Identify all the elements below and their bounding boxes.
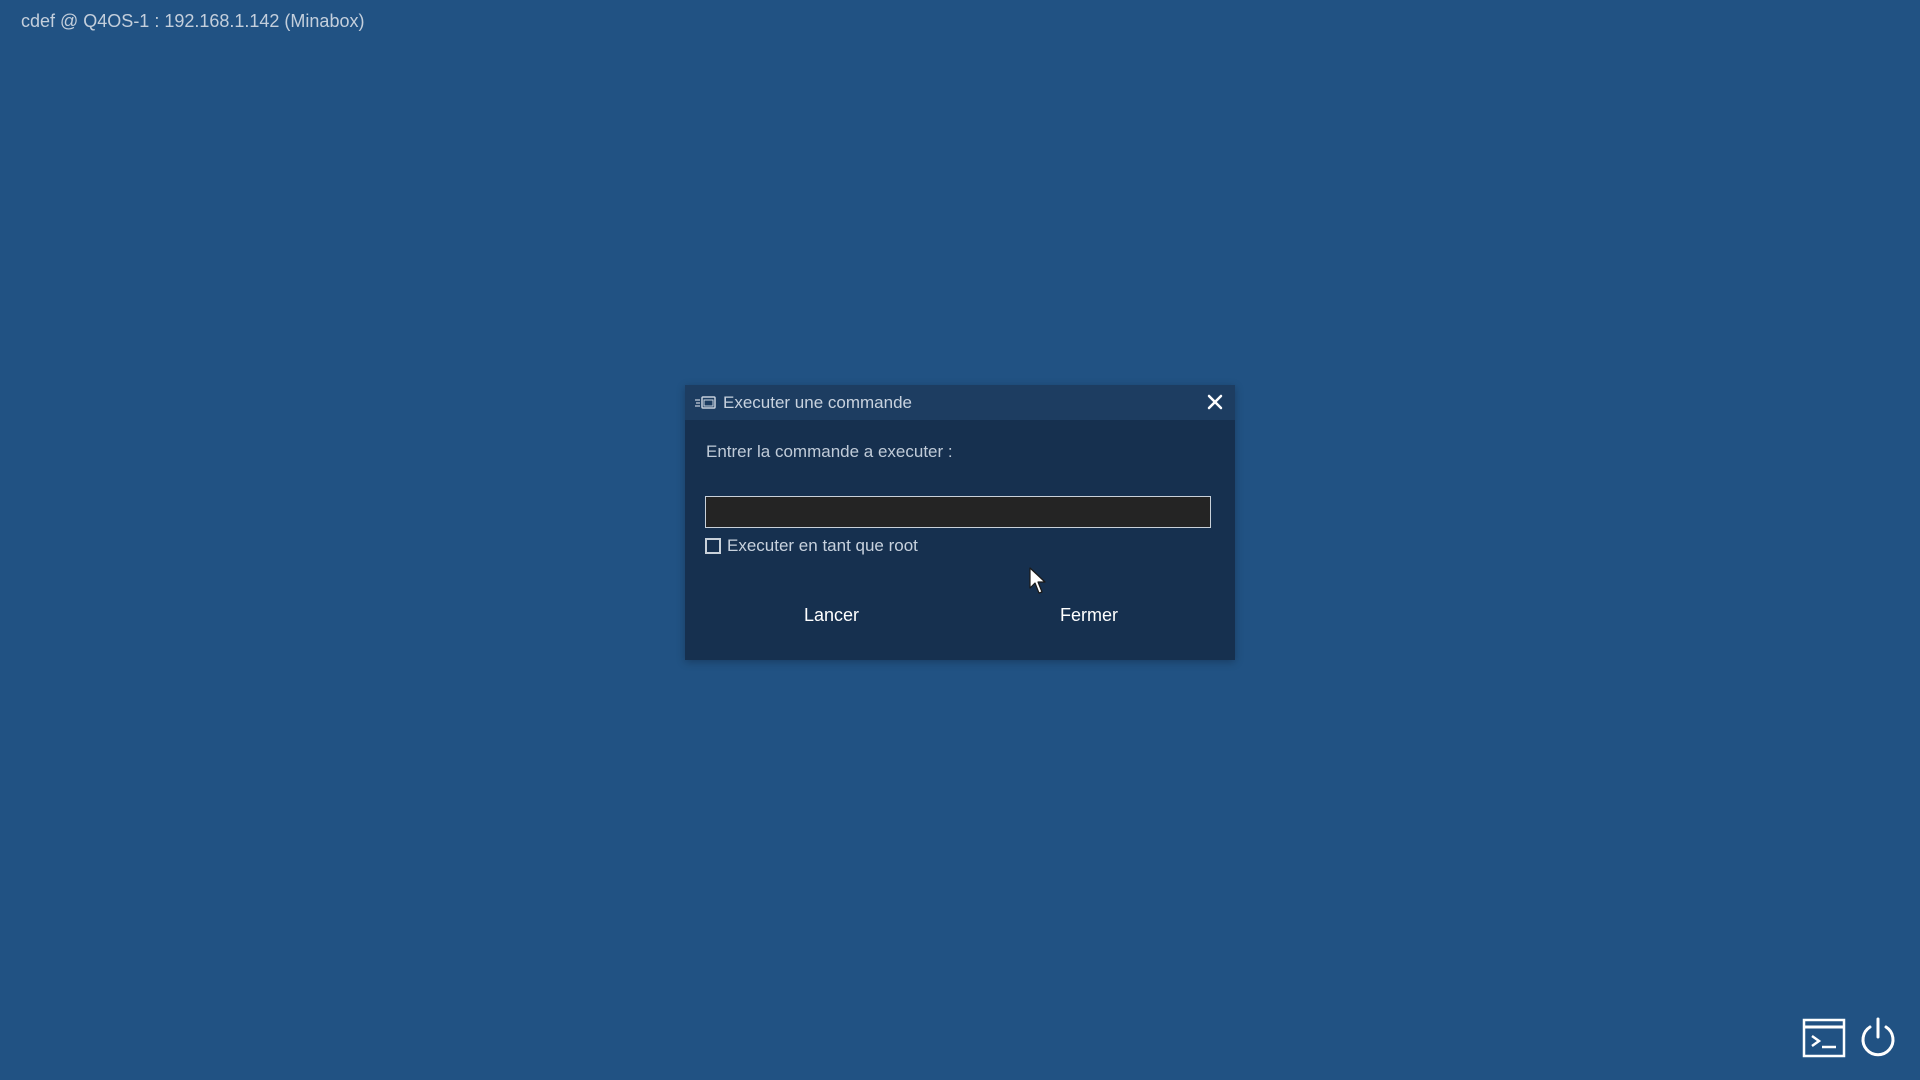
launch-button[interactable]: Lancer	[804, 605, 859, 626]
command-prompt-label: Entrer la commande a executer :	[706, 442, 953, 461]
run-command-icon	[695, 395, 717, 411]
run-command-dialog: Executer une commande Entrer la commande…	[685, 385, 1235, 660]
system-tray	[1802, 1016, 1900, 1060]
run-as-root-option[interactable]: Executer en tant que root	[705, 536, 918, 556]
host-label: cdef @ Q4OS-1 : 192.168.1.142 (Minabox)	[21, 11, 365, 31]
run-as-root-checkbox[interactable]	[705, 538, 721, 554]
close-icon	[1207, 394, 1223, 410]
close-button[interactable]	[1203, 390, 1227, 414]
terminal-icon[interactable]	[1802, 1016, 1846, 1060]
power-icon[interactable]	[1856, 1016, 1900, 1060]
mouse-pointer-icon	[1029, 567, 1046, 594]
run-as-root-label: Executer en tant que root	[727, 536, 918, 555]
dialog-title: Executer une commande	[723, 392, 912, 412]
desktop: cdef @ Q4OS-1 : 192.168.1.142 (Minabox) …	[0, 0, 1920, 1080]
close-dialog-button[interactable]: Fermer	[1060, 605, 1118, 626]
dialog-titlebar[interactable]: Executer une commande	[685, 385, 1235, 420]
command-input[interactable]	[705, 496, 1211, 528]
